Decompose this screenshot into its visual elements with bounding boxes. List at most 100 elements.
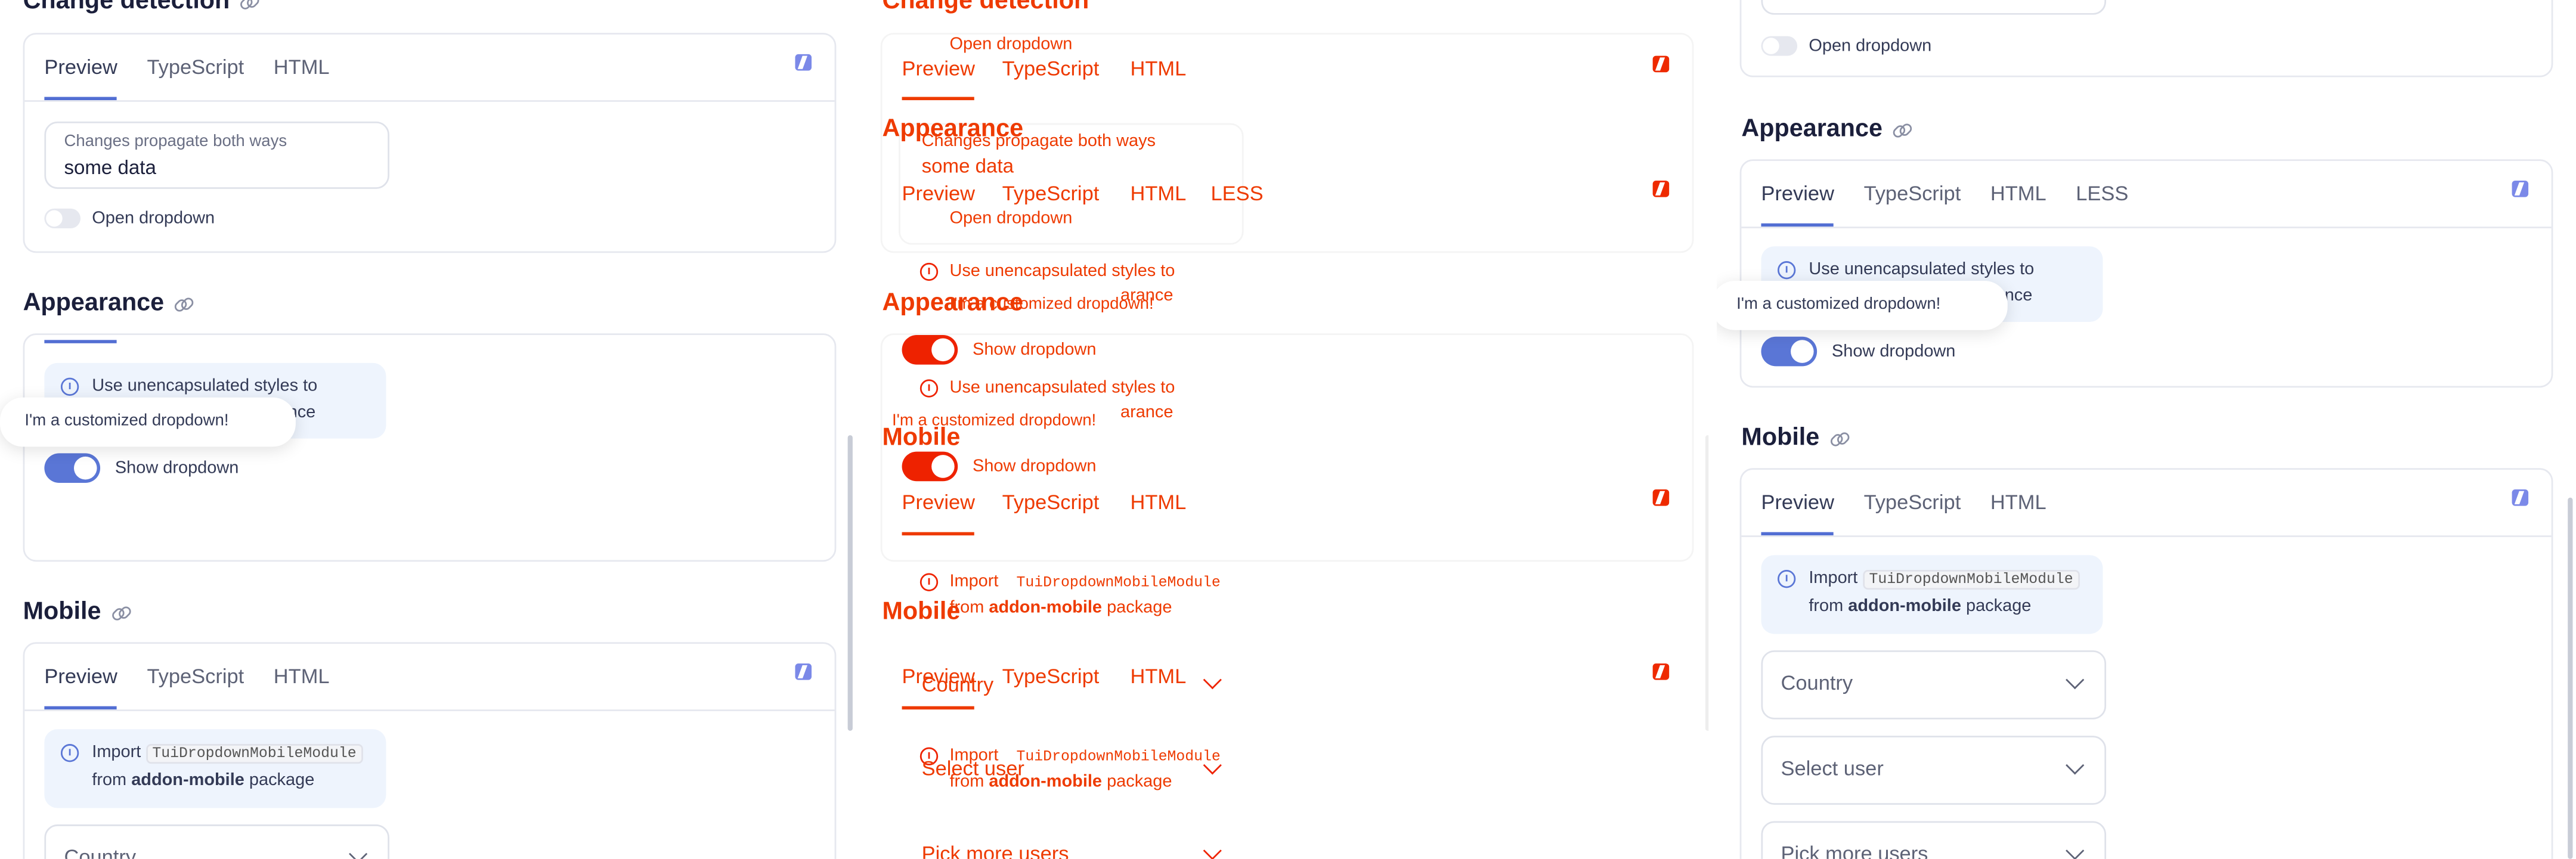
tab-preview[interactable]: Preview bbox=[1761, 161, 1835, 227]
demo-card-appearance: Use unencapsulated styles toarance Show … bbox=[23, 333, 837, 562]
stackblitz-icon[interactable] bbox=[2512, 181, 2529, 197]
column-middle: Change detection Open dropdown Preview T… bbox=[857, 0, 1709, 859]
scrollbar[interactable] bbox=[847, 435, 853, 731]
tab-less[interactable]: LESS bbox=[2076, 161, 2128, 227]
ghost-from-package: from addon-mobile package bbox=[949, 771, 1172, 792]
link-icon[interactable] bbox=[174, 295, 192, 313]
scrollbar[interactable] bbox=[1705, 435, 1709, 731]
ghost-tab-indicator bbox=[902, 706, 974, 710]
stackblitz-icon[interactable] bbox=[2512, 489, 2529, 506]
toggle-label: Show dropdown bbox=[114, 458, 239, 478]
select-value: Country bbox=[1781, 671, 1853, 695]
tab-html[interactable]: HTML bbox=[1990, 470, 2046, 535]
demo-tabs: Preview TypeScript HTML bbox=[44, 644, 330, 710]
select-value: Select user bbox=[1781, 757, 1884, 780]
ghost-tab-typescript[interactable]: TypeScript bbox=[1002, 57, 1100, 80]
info-note: Import TuiDropdownMobileModule from addon… bbox=[44, 729, 386, 808]
info-note: Import TuiDropdownMobileModule from addon… bbox=[1761, 555, 2103, 634]
link-icon[interactable] bbox=[111, 604, 129, 622]
ghost-title-mobile: Mobile bbox=[882, 597, 961, 626]
chevron-down-icon bbox=[2066, 841, 2085, 859]
country-select[interactable]: Country bbox=[1761, 650, 2107, 720]
toggle-label: Open dropdown bbox=[1809, 36, 1932, 56]
ghost-stackblitz-icon[interactable] bbox=[1652, 663, 1670, 680]
select-user-select[interactable]: Select user bbox=[1761, 736, 2107, 805]
tab-typescript[interactable]: TypeScript bbox=[147, 35, 244, 100]
ghost-title-change-detection: Change detection bbox=[882, 0, 1089, 15]
ghost-tab-typescript[interactable]: TypeScript bbox=[1002, 665, 1100, 689]
ghost-stackblitz-icon[interactable] bbox=[1652, 181, 1670, 197]
tab-html[interactable]: HTML bbox=[274, 35, 330, 100]
tab-divider bbox=[1741, 227, 2552, 228]
section-title-mobile: Mobile bbox=[23, 598, 129, 626]
ghost-import: Import TuiDropdownMobileModule bbox=[949, 571, 1221, 591]
open-dropdown-toggle[interactable] bbox=[44, 208, 80, 228]
customized-dropdown-popup: I'm a customized dropdown! bbox=[0, 397, 296, 447]
customized-dropdown-popup: I'm a customized dropdown! bbox=[1717, 281, 2008, 330]
ghost-info-icon bbox=[919, 573, 939, 591]
tab-typescript[interactable]: TypeScript bbox=[1864, 470, 1961, 535]
chevron-down-icon bbox=[349, 845, 368, 859]
input-value: some data bbox=[64, 156, 156, 179]
ghost-open-dropdown: Open dropdown bbox=[949, 34, 1073, 54]
tab-divider bbox=[24, 709, 835, 711]
ghost-note-line1: Use unencapsulated styles to bbox=[949, 377, 1175, 398]
ghost-show-dropdown-toggle[interactable] bbox=[902, 335, 958, 365]
ghost-tab-html[interactable]: HTML bbox=[1131, 57, 1187, 80]
show-dropdown-toggle[interactable] bbox=[44, 453, 101, 483]
stackblitz-icon[interactable] bbox=[795, 54, 812, 71]
stackblitz-icon[interactable] bbox=[795, 663, 812, 680]
demo-card-change-detection: Open dropdown bbox=[1739, 0, 2553, 77]
show-dropdown-toggle[interactable] bbox=[1761, 336, 1818, 367]
data-input[interactable]: Changes propagate both ways some data bbox=[44, 121, 389, 189]
tab-preview[interactable]: Preview bbox=[1761, 470, 1835, 536]
ghost-show-dropdown-toggle[interactable] bbox=[902, 451, 958, 482]
data-input[interactable] bbox=[1761, 0, 2107, 15]
link-icon[interactable] bbox=[1829, 430, 1847, 448]
section-title-mobile: Mobile bbox=[1741, 424, 1847, 452]
tab-typescript[interactable]: TypeScript bbox=[147, 644, 244, 709]
open-dropdown-toggle[interactable] bbox=[1761, 36, 1798, 56]
ghost-stackblitz-icon[interactable] bbox=[1652, 489, 1670, 506]
scrollbar[interactable] bbox=[2568, 497, 2573, 859]
tab-divider bbox=[24, 100, 835, 102]
ghost-field-label: Changes propagate both ways bbox=[921, 131, 1156, 151]
tab-html[interactable]: HTML bbox=[274, 644, 330, 709]
ghost-info-icon bbox=[919, 262, 939, 281]
input-label: Changes propagate both ways bbox=[64, 133, 287, 151]
link-icon[interactable] bbox=[1893, 121, 1911, 139]
ghost-from-package: from addon-mobile package bbox=[949, 597, 1172, 618]
ghost-tab-less[interactable]: LESS bbox=[1211, 182, 1264, 206]
ghost-tab-preview[interactable]: Preview bbox=[902, 491, 976, 514]
column-left: Change detection Preview TypeScript HTML… bbox=[0, 0, 854, 859]
pick-more-users-select[interactable]: Pick more users bbox=[1761, 821, 2107, 859]
ghost-tab-typescript[interactable]: TypeScript bbox=[1002, 491, 1100, 514]
page-stage: Change detection Preview TypeScript HTML… bbox=[0, 0, 2576, 859]
ghost-tab-html[interactable]: HTML bbox=[1131, 665, 1187, 689]
ghost-tab-preview[interactable]: Preview bbox=[902, 57, 976, 80]
demo-card-mobile: Preview TypeScript HTML Import TuiDropdo… bbox=[1739, 468, 2553, 859]
ghost-tab-preview[interactable]: Preview bbox=[902, 182, 976, 206]
tab-html[interactable]: HTML bbox=[1990, 161, 2046, 227]
ghost-title-mobile: Mobile bbox=[882, 423, 961, 452]
note-text: Import TuiDropdownMobileModule from addon… bbox=[1809, 565, 2080, 619]
demo-tabs: Preview TypeScript HTML bbox=[44, 35, 330, 101]
ghost-info-icon bbox=[919, 379, 939, 398]
ghost-tab-indicator bbox=[902, 532, 974, 536]
tab-typescript[interactable]: TypeScript bbox=[1864, 161, 1961, 227]
ghost-tab-typescript[interactable]: TypeScript bbox=[1002, 182, 1100, 206]
ghost-popup-text: I'm a customized dropdown! bbox=[949, 295, 1154, 314]
ghost-tab-html[interactable]: HTML bbox=[1131, 491, 1187, 514]
tab-preview[interactable]: Preview bbox=[44, 644, 119, 710]
ghost-stackblitz-icon[interactable] bbox=[1652, 55, 1670, 73]
link-icon[interactable] bbox=[240, 0, 258, 11]
select-value: Pick more users bbox=[1781, 842, 1928, 859]
chevron-down-icon bbox=[2066, 671, 2085, 690]
ghost-note-line2: arance bbox=[1120, 402, 1174, 423]
ghost-chevron-down-icon bbox=[1203, 841, 1222, 859]
country-select[interactable]: Country bbox=[44, 824, 389, 859]
ghost-tab-indicator bbox=[902, 97, 974, 101]
ghost-tab-html[interactable]: HTML bbox=[1131, 182, 1187, 206]
chevron-down-icon bbox=[2066, 756, 2085, 775]
tab-preview[interactable]: Preview bbox=[44, 35, 119, 101]
